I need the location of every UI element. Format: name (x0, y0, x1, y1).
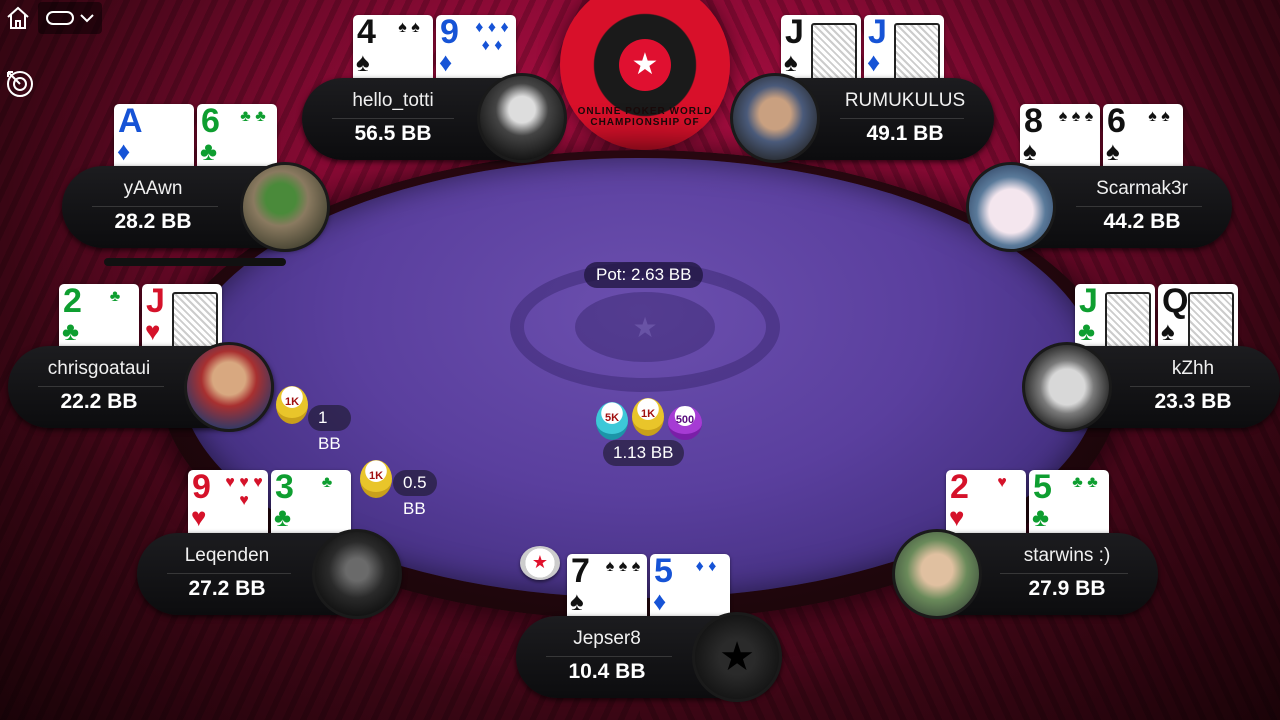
player-stack: 22.2 BB (60, 390, 138, 413)
pot-center-amount: 1.13 BB (603, 440, 684, 466)
bet-chip-1k: 1K (276, 386, 308, 424)
chip-1k: 1K (632, 398, 664, 436)
hole-card: A ♦ (114, 104, 194, 168)
hole-card: 6 ♠ ♠ ♠ (1103, 104, 1183, 168)
avatar (312, 529, 402, 619)
menu-button[interactable] (38, 2, 102, 34)
avatar (240, 162, 330, 252)
hole-card: J ♠ (781, 15, 861, 79)
player-stack: 27.2 BB (188, 577, 266, 600)
bet-amount: 1 BB (308, 405, 351, 453)
hole-card: 9 ♦ ♦ ♦ ♦ ♦ ♦ (436, 15, 516, 79)
player-name: starwins :) (1023, 545, 1111, 566)
hole-card: 2 ♥ ♥ (946, 470, 1026, 534)
target-icon[interactable] (2, 64, 38, 100)
chip-5k: 5K (596, 402, 628, 440)
player-name: Leqenden (184, 545, 270, 566)
default-avatar-star-icon: ★ (692, 612, 782, 702)
menu-pill-icon (46, 11, 74, 25)
bet-chip-1k: 1K (360, 460, 392, 498)
player-name: chrisgoataui (47, 358, 151, 379)
player-stack: 56.5 BB (354, 122, 432, 145)
hole-card: J ♦ (864, 15, 944, 79)
avatar (966, 162, 1056, 252)
player-name: kZhh (1171, 358, 1215, 379)
hole-card: 3 ♣ ♣ (271, 470, 351, 534)
hole-card: 5 ♣ ♣ ♣ (1029, 470, 1109, 534)
emblem-text: ONLINE POKER WORLD CHAMPIONSHIP OF (577, 106, 713, 128)
hole-card: J ♣ (1075, 284, 1155, 348)
hole-card: Q ♠ (1158, 284, 1238, 348)
home-icon[interactable] (2, 2, 34, 34)
chevron-down-icon (80, 14, 94, 23)
felt-star-icon: ★ (575, 292, 715, 362)
player-stack: 23.3 BB (1154, 390, 1232, 413)
avatar (184, 342, 274, 432)
hole-card: 2 ♣ ♣ (59, 284, 139, 348)
avatar (1022, 342, 1112, 432)
bet-amount: 0.5 BB (393, 470, 437, 518)
player-stack: 27.9 BB (1028, 577, 1106, 600)
action-timer-bar (104, 258, 286, 266)
championship-emblem: ONLINE POKER WORLD CHAMPIONSHIP OF ★ (560, 0, 730, 150)
avatar (477, 73, 567, 163)
avatar (892, 529, 982, 619)
hole-card: 9 ♥ ♥ ♥ ♥ ♥ (188, 470, 268, 534)
hole-card: 8 ♠ ♠ ♠ ♠ (1020, 104, 1100, 168)
hole-card: 4 ♠ ♠ ♠ (353, 15, 433, 79)
pot-label: Pot: 2.63 BB (584, 262, 704, 288)
hole-card: 5 ♦ ♦ ♦ (650, 554, 730, 618)
hole-card: 6 ♣ ♣ ♣ (197, 104, 277, 168)
hole-card: 7 ♠ ♠ ♠ ♠ (567, 554, 647, 618)
avatar (730, 73, 820, 163)
chip-500: 500 (668, 406, 702, 440)
player-stack: 10.4 BB (568, 660, 646, 683)
hole-card: J ♥ (142, 284, 222, 348)
player-name: RUMUKULUS (844, 90, 966, 111)
pokerstars-star-icon: ★ (619, 39, 671, 91)
player-stack: 28.2 BB (114, 210, 192, 233)
player-name: Jepser8 (573, 628, 641, 649)
player-stack: 49.1 BB (866, 122, 944, 145)
player-name: yAAwn (123, 178, 183, 199)
dealer-button: ★ (520, 546, 560, 580)
player-name: hello_totti (352, 90, 434, 111)
player-name: Scarmak3r (1096, 178, 1188, 199)
player-stack: 44.2 BB (1103, 210, 1181, 233)
